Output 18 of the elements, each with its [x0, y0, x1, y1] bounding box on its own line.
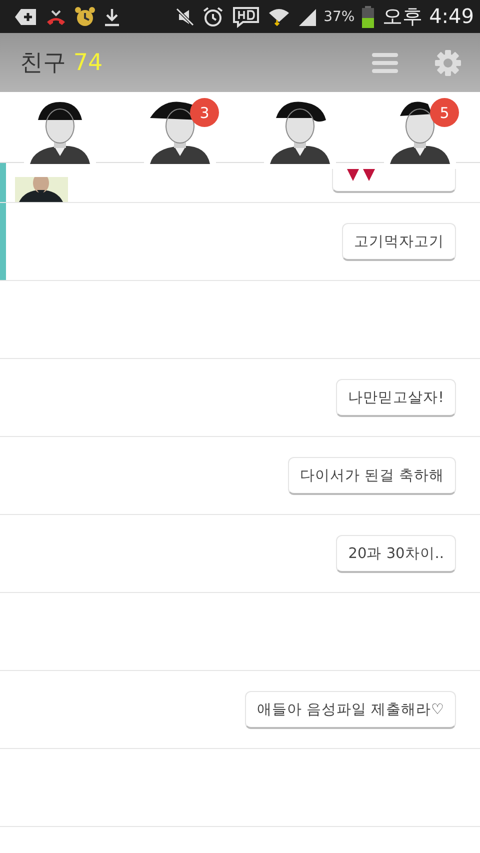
mute-icon [174, 6, 195, 26]
status-message: 20과 30차이.. [336, 534, 456, 572]
menu-button[interactable] [372, 52, 398, 74]
status-message: 나만믿고살자! [336, 378, 456, 416]
battery-percent: 37% [324, 8, 355, 24]
screen-title: 친구 74 [20, 49, 104, 78]
settings-button[interactable] [434, 48, 462, 76]
alarm-clock-icon [74, 6, 96, 28]
download-icon [103, 6, 121, 26]
add-notification-icon [14, 6, 38, 26]
signal-icon [296, 6, 317, 26]
hd-icon [230, 6, 261, 28]
clock-time: 오후 4:49 [382, 3, 474, 30]
alarm-icon [202, 6, 224, 28]
battery-icon [362, 6, 374, 28]
status-message: 애들아 음성파일 제출해라♡ [244, 690, 456, 728]
status-message: 다이서가 된걸 축하해 [288, 456, 456, 494]
status-message: 고기먹자고기 [342, 222, 456, 260]
